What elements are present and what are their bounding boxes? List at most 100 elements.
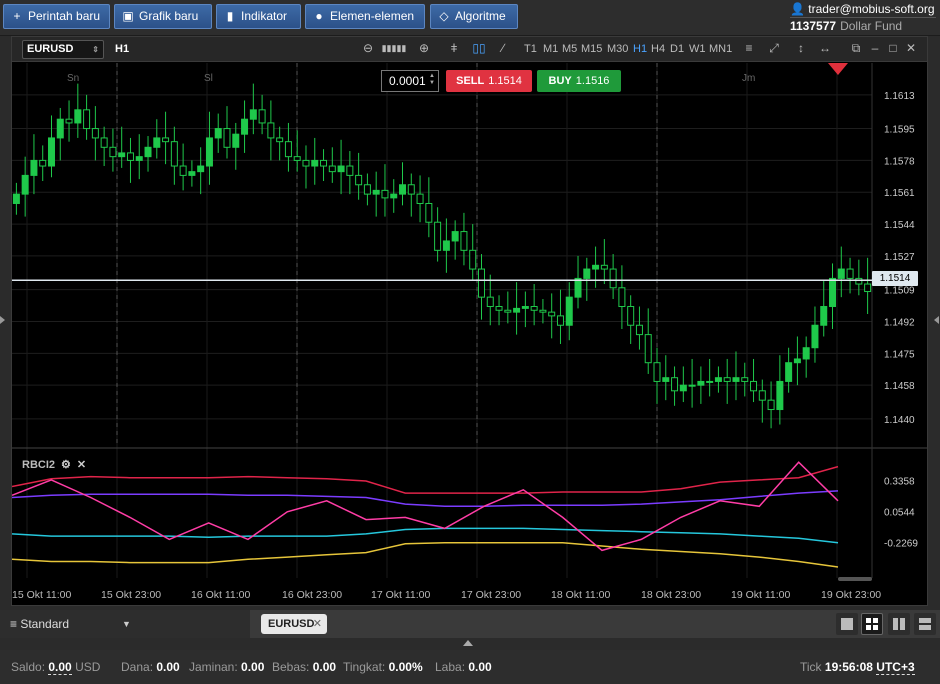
candle-body <box>486 296 494 308</box>
maximize-icon[interactable]: □ <box>885 41 901 55</box>
candle-body <box>758 390 766 401</box>
candle-body <box>767 399 775 411</box>
minimize-icon[interactable]: ‒ <box>867 41 883 55</box>
line-chart-icon[interactable]: ∕ <box>495 41 511 55</box>
new-order-label: Perintah baru <box>28 9 101 23</box>
candle-body <box>504 309 512 313</box>
time-tick: 17 Okt 23:00 <box>461 589 522 601</box>
candle-body <box>635 324 643 336</box>
candle-body <box>521 306 529 309</box>
tf-t1[interactable]: T1 <box>524 43 537 55</box>
gear-icon[interactable]: ⚙ <box>61 459 71 471</box>
current-price-badge: 1.1514 <box>872 271 918 286</box>
fit-icon[interactable]: ≡ <box>741 41 757 55</box>
collapse-left-icon[interactable] <box>0 316 5 324</box>
candle-body <box>258 109 266 124</box>
zoom-in-icon[interactable]: ⊕ <box>416 41 432 55</box>
candle-body <box>451 231 459 242</box>
chart-window[interactable]: EURUSD ⇕ H1 ⊖ ▮▮▮▮▮ ⊕ ǂ ▯▯ ∕ T1 M1 M5 M15… <box>11 36 928 606</box>
spinner-arrows-icon[interactable]: ▲ ▼ <box>429 73 435 87</box>
candle-body <box>302 159 310 167</box>
bar-chart-icon[interactable]: ǂ <box>446 41 462 55</box>
candle-body <box>829 277 837 308</box>
zoom-slider[interactable]: ▮▮▮▮▮ <box>380 43 408 54</box>
candle-body <box>118 152 126 158</box>
expand-diagonal-icon[interactable]: ⤢ <box>766 41 782 56</box>
timezone-select[interactable]: UTC+3 <box>876 660 915 675</box>
time-tick: 16 Okt 23:00 <box>282 589 343 601</box>
candle-body <box>723 377 731 382</box>
tingkat-label: Tingkat: <box>343 660 386 674</box>
account-panel[interactable]: 👤 trader@mobius-soft.org 1137577 Dollar F… <box>790 2 936 33</box>
candle-body <box>609 268 617 289</box>
candle-body <box>74 109 82 124</box>
detach-icon[interactable]: ⧉ <box>848 41 864 56</box>
candle-body <box>197 165 205 173</box>
candle-body <box>583 268 591 279</box>
candle-body <box>91 128 99 139</box>
candle-chart-icon[interactable]: ▯▯ <box>471 41 487 55</box>
layout-rows-icon[interactable] <box>914 613 936 635</box>
lot-value: 0.0001 <box>389 74 426 88</box>
horizontal-scale-icon[interactable]: ↔ <box>817 41 833 55</box>
elements-label: Elemen-elemen <box>330 9 415 23</box>
dana-value: 0.00 <box>156 660 180 674</box>
candle-body <box>688 384 696 387</box>
buy-button[interactable]: BUY 1.1516 <box>537 70 621 92</box>
indicator-tick: 0.3358 <box>884 476 915 487</box>
candle-body <box>539 309 547 313</box>
indicator-tick: -0.2269 <box>884 538 918 549</box>
indicator-tick: 0.0544 <box>884 507 915 518</box>
sell-button[interactable]: SELL 1.1514 <box>446 70 532 92</box>
new-order-button[interactable]: + Perintah baru <box>3 4 110 29</box>
candle-body <box>83 109 91 130</box>
tf-m1[interactable]: M1 <box>543 43 558 55</box>
price-tick: 1.1578 <box>884 156 915 167</box>
tf-h4[interactable]: H4 <box>651 43 665 55</box>
candle-body <box>109 146 117 158</box>
tf-h1[interactable]: H1 <box>633 43 647 55</box>
collapse-right-icon[interactable] <box>934 316 939 324</box>
tf-w1[interactable]: W1 <box>689 43 706 55</box>
indicators-button[interactable]: ▮ Indikator <box>216 4 301 29</box>
candle-body <box>548 311 556 317</box>
layout-single-icon[interactable] <box>836 613 858 635</box>
saldo-value[interactable]: 0.00 <box>48 660 72 675</box>
candle-body <box>399 184 407 195</box>
new-chart-button[interactable]: ▣ Grafik baru <box>114 4 212 29</box>
candle-body <box>706 380 714 383</box>
candle-body <box>802 347 810 360</box>
time-tick: 19 Okt 23:00 <box>821 589 882 601</box>
symbol-tab[interactable]: EURUSD ✕ <box>261 614 327 634</box>
candle-body <box>188 171 196 176</box>
vertical-scale-icon[interactable]: ↕ <box>793 41 809 55</box>
tf-m5[interactable]: M5 <box>562 43 577 55</box>
close-indicator-icon[interactable]: ✕ <box>77 459 86 471</box>
zoom-out-icon[interactable]: ⊖ <box>360 41 376 55</box>
bebas-label: Bebas: <box>272 660 310 674</box>
layout-select[interactable]: ≡ Standard ▼ <box>0 610 250 638</box>
close-tab-icon[interactable]: ✕ <box>313 614 322 634</box>
clock-item: Tick 19:56:08 UTC+3 <box>800 650 915 684</box>
close-icon[interactable]: ✕ <box>903 41 919 55</box>
chart-plot[interactable]: Sn Sl Jm 1.1613 1.1595 1.1578 1.1561 1.1544 1.15… <box>12 63 927 608</box>
indicator-line <box>12 541 839 568</box>
lot-input[interactable]: 0.0001 ▲ ▼ <box>381 70 439 92</box>
tf-d1[interactable]: D1 <box>670 43 684 55</box>
clock-time: 19:56:08 <box>824 660 873 674</box>
tf-mn1[interactable]: MN1 <box>709 43 732 55</box>
chart-scrollbar[interactable] <box>838 577 872 581</box>
symbol-select[interactable]: EURUSD ⇕ <box>22 40 104 59</box>
layout-columns-icon[interactable] <box>888 613 910 635</box>
elements-button[interactable]: ● Elemen-elemen <box>305 4 425 29</box>
tf-m30[interactable]: M30 <box>607 43 628 55</box>
price-tick: 1.1458 <box>884 381 915 392</box>
layout-grid-icon[interactable] <box>861 613 883 635</box>
candle-body <box>407 184 415 195</box>
candle-body <box>249 109 257 120</box>
tf-m15[interactable]: M15 <box>581 43 602 55</box>
expand-panel-icon[interactable] <box>463 640 473 646</box>
algorithm-button[interactable]: ◇ Algoritme <box>430 4 518 29</box>
plus-icon: + <box>13 9 21 23</box>
candle-body <box>284 141 292 158</box>
